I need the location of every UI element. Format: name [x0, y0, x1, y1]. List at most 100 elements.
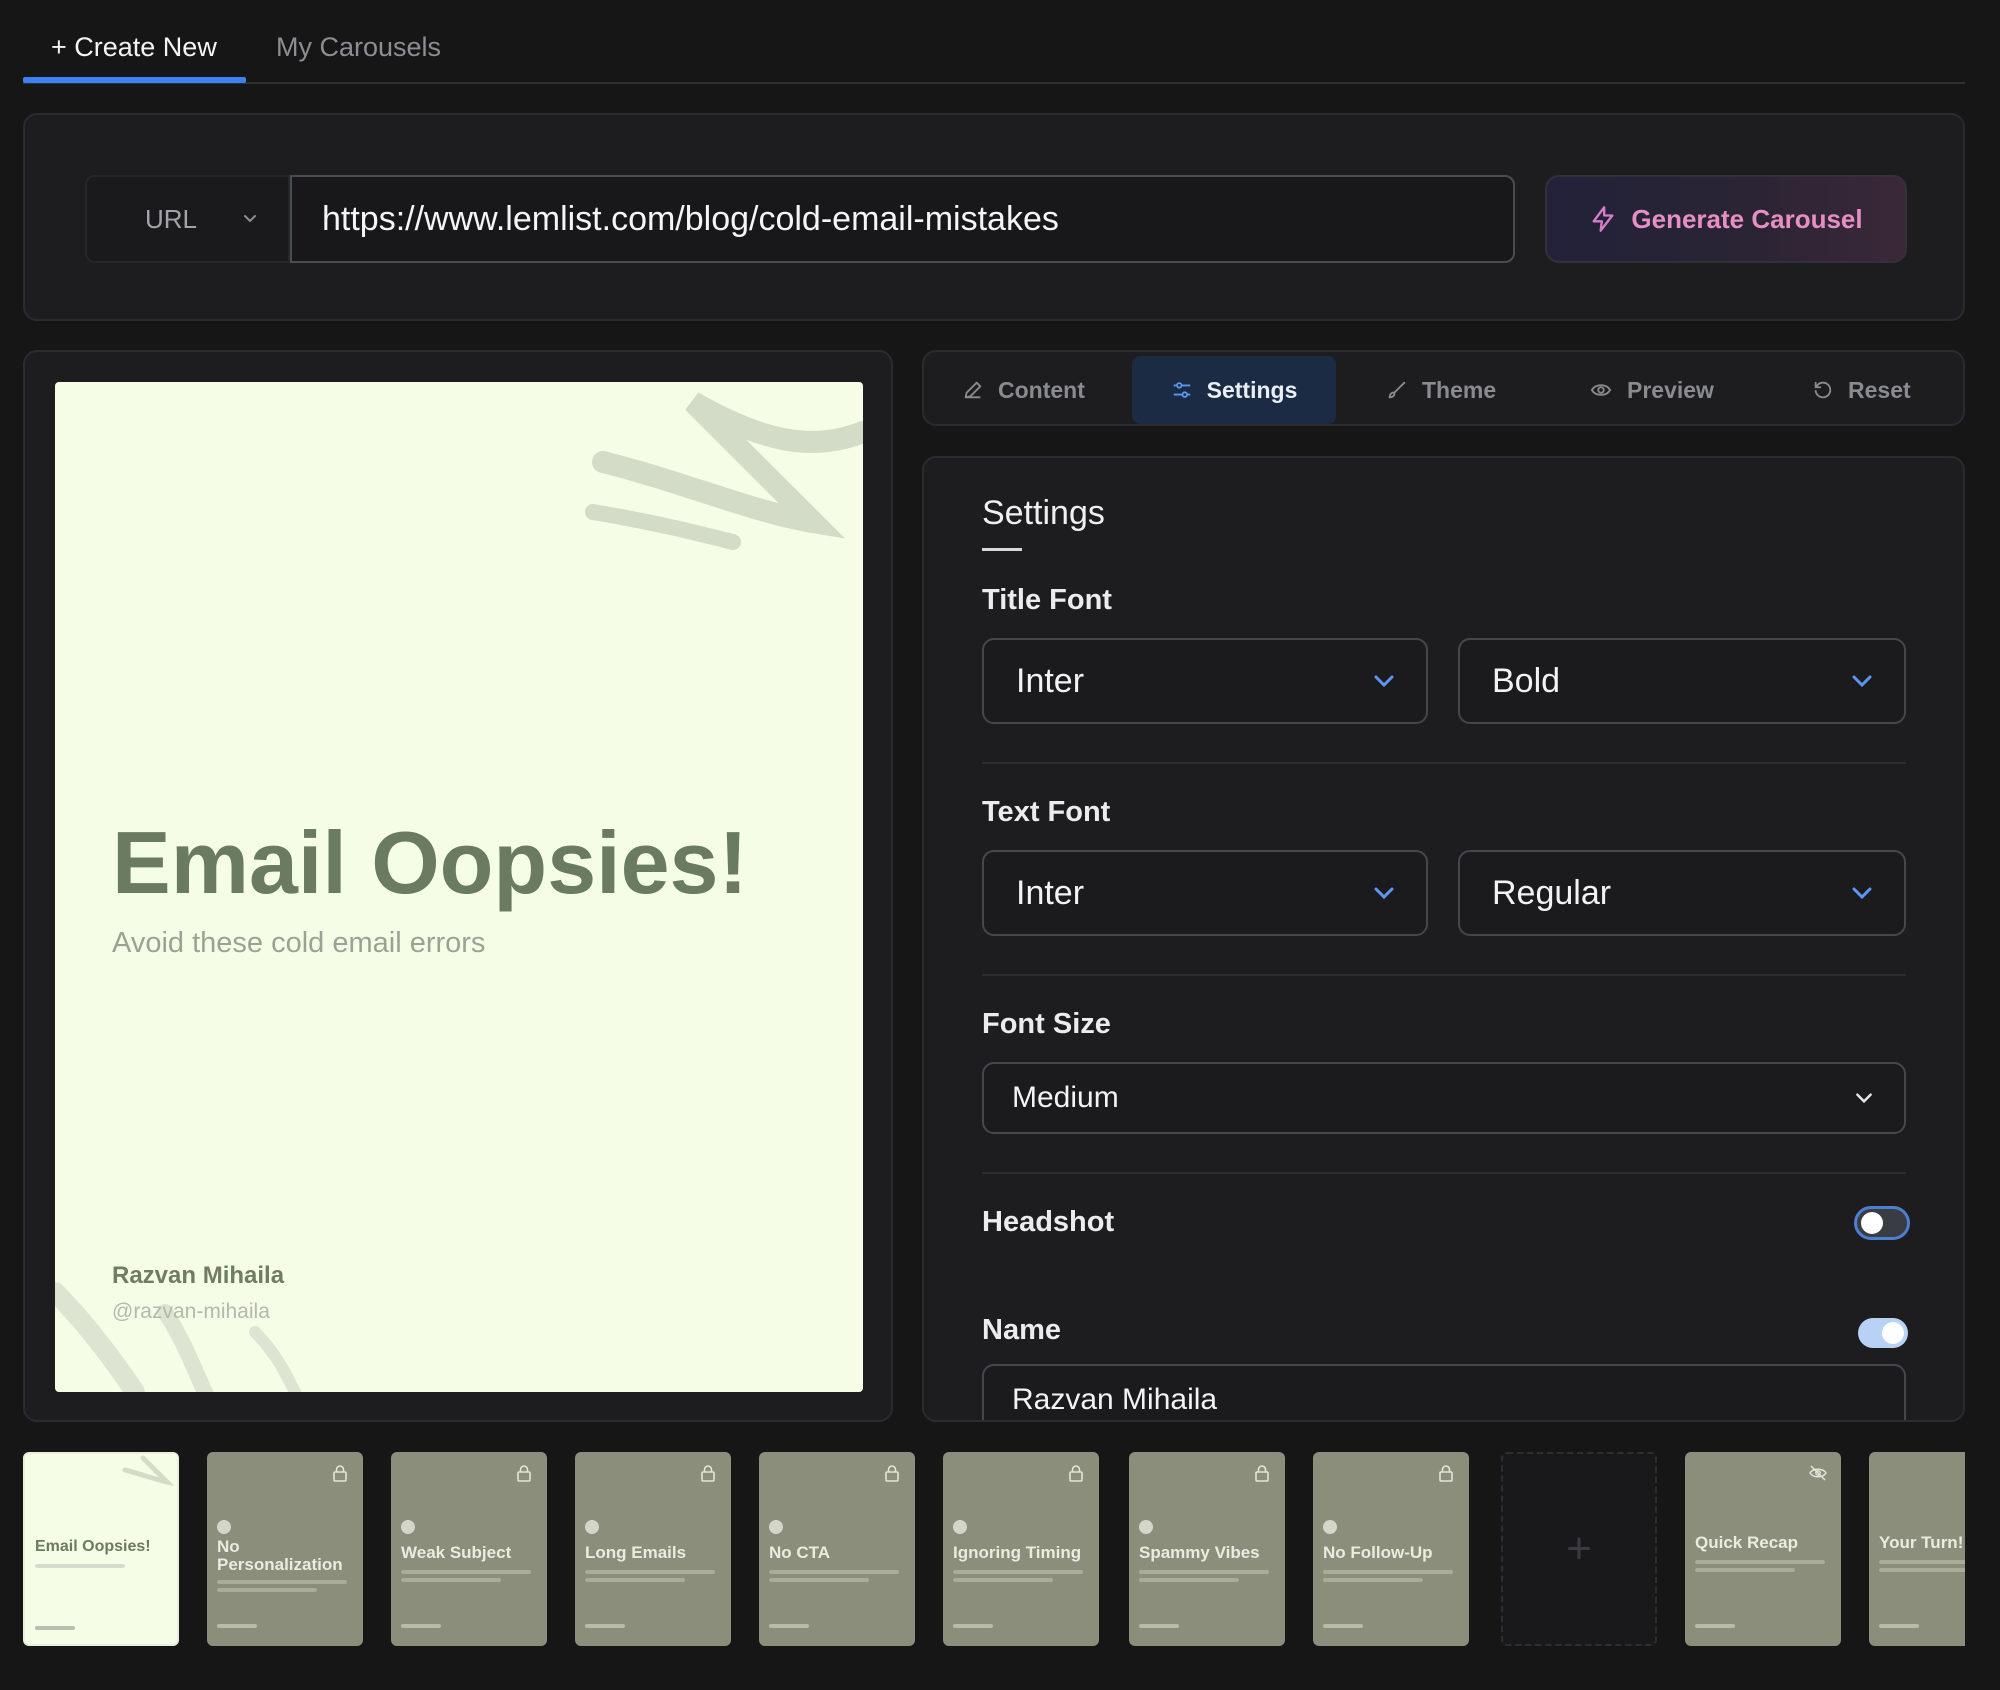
lock-icon	[517, 1465, 531, 1482]
slide-author-name: Razvan Mihaila	[112, 1262, 285, 1289]
chevron-down-icon	[244, 215, 256, 223]
editor-tab-bar: Content Settings Theme Preview Reset	[922, 350, 1965, 426]
headshot-toggle[interactable]	[1854, 1206, 1910, 1240]
thumbnail-title: No Personalization	[217, 1537, 343, 1574]
tab-preview[interactable]: Preview	[1589, 356, 1714, 424]
thumbnail-title: No Follow-Up	[1323, 1543, 1433, 1562]
url-input[interactable]: https://www.lemlist.com/blog/cold-email-…	[290, 175, 1515, 263]
thumbnail-author-line	[1323, 1624, 1363, 1628]
tab-create-new[interactable]: + Create New	[51, 32, 217, 63]
tab-theme[interactable]: Theme	[1386, 356, 1496, 424]
font-size-label: Font Size	[982, 1008, 1111, 1040]
font-size-select[interactable]: Medium	[982, 1062, 1906, 1134]
thumbnail-slide-6[interactable]: Ignoring Timing	[943, 1452, 1099, 1646]
thumbnail-slide-7[interactable]: Spammy Vibes	[1129, 1452, 1285, 1646]
tab-preview-label: Preview	[1627, 376, 1714, 403]
chevron-down-icon	[1374, 675, 1394, 688]
thumbnail-slide-1[interactable]: Email Oopsies!	[23, 1452, 179, 1646]
thumbnail-text-line	[585, 1570, 715, 1574]
thumbnail-author-line	[1879, 1624, 1919, 1628]
thumbnail-text-line	[217, 1580, 347, 1584]
decorative-squiggle	[122, 1455, 175, 1487]
tab-reset-label: Reset	[1848, 376, 1911, 403]
thumbnail-text-line	[769, 1578, 869, 1582]
lock-icon	[1439, 1465, 1453, 1482]
text-font-family-select[interactable]: Inter	[982, 850, 1428, 936]
pencil-icon	[964, 381, 982, 399]
thumbnail-title: Long Emails	[585, 1543, 687, 1562]
font-size-value: Medium	[1012, 1081, 1119, 1114]
source-type-select[interactable]: URL	[85, 175, 290, 263]
thumbnail-slide-2[interactable]: No Personalization	[207, 1452, 363, 1646]
lock-icon	[701, 1465, 715, 1482]
chevron-down-icon	[1374, 887, 1394, 900]
thumbnail-slide-9[interactable]: Quick Recap	[1685, 1452, 1841, 1646]
thumbnail-text-line	[1139, 1570, 1269, 1574]
thumbnail-text-line	[953, 1578, 1053, 1582]
tab-content[interactable]: Content	[962, 356, 1085, 424]
generate-carousel-label: Generate Carousel	[1631, 203, 1863, 234]
thumbnail-author-line	[953, 1624, 993, 1628]
section-divider	[982, 974, 1906, 976]
thumbnail-title: Your Turn!	[1879, 1533, 1964, 1552]
thumbnail-text-line	[1695, 1560, 1825, 1564]
thumbnail-text-line	[401, 1578, 501, 1582]
lock-icon	[1255, 1465, 1269, 1482]
add-slide-button[interactable]: +	[1501, 1452, 1657, 1646]
thumbnail-number-badge	[953, 1520, 967, 1534]
thumbnail-slide-4[interactable]: Long Emails	[575, 1452, 731, 1646]
settings-panel: Settings Title Font Inter Bold Text Font…	[922, 456, 1965, 1422]
thumbnail-text-line	[953, 1570, 1083, 1574]
tab-settings[interactable]: Settings	[1132, 356, 1336, 424]
lock-icon	[333, 1465, 347, 1482]
thumbnail-number-badge	[585, 1520, 599, 1534]
thumbnail-author-line	[35, 1626, 75, 1630]
thumbnail-title: Email Oopsies!	[35, 1538, 151, 1555]
title-font-label: Title Font	[982, 584, 1112, 616]
slide-canvas[interactable]: Email Oopsies! Avoid these cold email er…	[55, 382, 863, 1392]
thumbnail-text-line	[1879, 1560, 1965, 1564]
thumbnail-text-line	[585, 1578, 685, 1582]
sliders-icon	[1173, 382, 1190, 398]
lock-icon	[885, 1465, 899, 1482]
slide-title: Email Oopsies!	[112, 813, 748, 912]
lightning-icon	[1592, 206, 1614, 232]
title-font-weight-select[interactable]: Bold	[1458, 638, 1906, 724]
tab-settings-label: Settings	[1206, 376, 1298, 403]
thumbnail-text-line	[217, 1588, 317, 1592]
thumbnail-text-line	[1139, 1578, 1239, 1582]
generate-carousel-button[interactable]: Generate Carousel	[1545, 175, 1907, 263]
settings-heading: Settings	[982, 494, 1105, 532]
thumbnail-author-line	[401, 1624, 441, 1628]
text-font-weight-select[interactable]: Regular	[1458, 850, 1906, 936]
thumbnail-slide-3[interactable]: Weak Subject	[391, 1452, 547, 1646]
title-font-family-select[interactable]: Inter	[982, 638, 1428, 724]
thumbnail-text-line	[1695, 1568, 1795, 1572]
thumbnail-slide-10[interactable]: Your Turn!	[1869, 1452, 1965, 1646]
tab-reset[interactable]: Reset	[1812, 356, 1911, 424]
title-font-family-value: Inter	[1016, 662, 1085, 700]
chevron-down-icon	[1852, 675, 1872, 688]
thumbnail-title: Quick Recap	[1695, 1533, 1798, 1552]
headshot-label: Headshot	[982, 1206, 1115, 1238]
decorative-squiggle-top	[585, 392, 863, 550]
name-input[interactable]: Razvan Mihaila	[982, 1364, 1906, 1420]
thumbnail-slide-8[interactable]: No Follow-Up	[1313, 1452, 1469, 1646]
chevron-down-icon	[1856, 1093, 1872, 1104]
thumbnail-title: Spammy Vibes	[1139, 1543, 1260, 1562]
name-toggle[interactable]	[1858, 1318, 1908, 1348]
slide-preview-panel: Email Oopsies! Avoid these cold email er…	[23, 350, 893, 1422]
thumbnail-title: No CTA	[769, 1543, 831, 1562]
thumbnail-text-line	[1323, 1570, 1453, 1574]
toggle-knob	[1861, 1212, 1883, 1234]
text-font-label: Text Font	[982, 796, 1111, 828]
chevron-down-icon	[1852, 887, 1872, 900]
thumbnail-slide-5[interactable]: No CTA	[759, 1452, 915, 1646]
thumbnail-text-line	[1879, 1568, 1965, 1572]
heading-underline	[982, 548, 1022, 551]
tab-my-carousels[interactable]: My Carousels	[276, 32, 441, 63]
thumbnail-number-badge	[401, 1520, 415, 1534]
active-tab-indicator	[23, 77, 246, 83]
tab-theme-label: Theme	[1422, 376, 1497, 403]
thumbnail-author-line	[1695, 1624, 1735, 1628]
